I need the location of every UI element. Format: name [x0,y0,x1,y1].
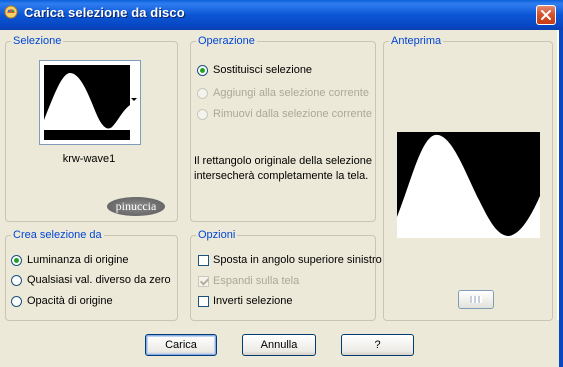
radio-button[interactable] [197,64,208,76]
radio-label: Sostituisci selezione [213,64,313,76]
title-bar[interactable]: Carica selezione da disco [0,0,563,30]
checkbox-label: Sposta in angolo superiore sinistro [213,254,382,266]
radio-button[interactable] [197,87,208,99]
selection-thumbnail [44,65,130,140]
window-frame-right [559,30,563,367]
crea-selezione-legend: Crea selezione da [11,229,104,242]
radio-label: Luminanza di origine [27,254,129,266]
opzioni-legend: Opzioni [196,229,238,242]
operation-info-text: Il rettangolo originale della selezione … [194,154,374,184]
close-button[interactable] [536,5,556,25]
checkbox-inverti[interactable]: Inverti selezione [198,295,293,307]
close-icon [541,10,551,20]
radio-label: Qualsiasi val. diverso da zero [27,274,171,286]
window-edge [557,30,559,320]
radio-aggiungi[interactable]: Aggiungi alla selezione corrente [197,87,369,99]
radio-button[interactable] [11,274,22,286]
checkbox-espandi[interactable]: Espandi sulla tela [198,275,299,287]
selezione-legend: Selezione [11,35,64,48]
operazione-legend: Operazione [196,35,257,48]
chevron-down-icon[interactable] [131,98,137,101]
checkbox[interactable] [198,275,209,287]
radio-label: Opacità di origine [27,295,113,307]
info-line-2: intersecherà completamente la tela. [194,170,369,182]
radio-opacita[interactable]: Opacità di origine [11,295,113,307]
checkbox[interactable] [198,254,209,266]
radio-button[interactable] [197,108,208,120]
preview-toggle-button[interactable] [458,290,494,309]
checkbox[interactable] [198,295,209,307]
selection-dropdown[interactable] [39,60,141,145]
carica-button[interactable]: Carica [145,334,217,356]
radio-luminanza[interactable]: Luminanza di origine [11,254,129,266]
checkbox-label: Espandi sulla tela [213,275,300,287]
help-button[interactable]: ? [341,334,414,356]
radio-rimuovi[interactable]: Rimuovi dalla selezione corrente [197,108,372,120]
checkbox-label: Inverti selezione [213,295,293,307]
info-line-1: Il rettangolo originale della selezione [194,155,372,167]
radio-button[interactable] [11,254,22,266]
selection-name: krw-wave1 [62,153,116,165]
radio-button[interactable] [11,295,22,307]
app-icon[interactable] [3,4,19,20]
anteprima-legend: Anteprima [389,35,444,48]
window-title: Carica selezione da disco [24,5,185,20]
radio-label: Aggiungi alla selezione corrente [213,87,369,99]
radio-label: Rimuovi dalla selezione corrente [213,108,372,120]
dialog-window: Carica selezione da disco Selezione krw-… [0,0,563,367]
preview-image [397,132,540,238]
preview-toggle-icon [470,296,482,303]
checkbox-sposta[interactable]: Sposta in angolo superiore sinistro [198,254,382,266]
watermark-stamp: pinuccia [107,197,165,216]
annulla-button[interactable]: Annulla [242,334,316,356]
radio-qualsiasi[interactable]: Qualsiasi val. diverso da zero [11,274,171,286]
radio-sostituisci[interactable]: Sostituisci selezione [197,64,312,76]
